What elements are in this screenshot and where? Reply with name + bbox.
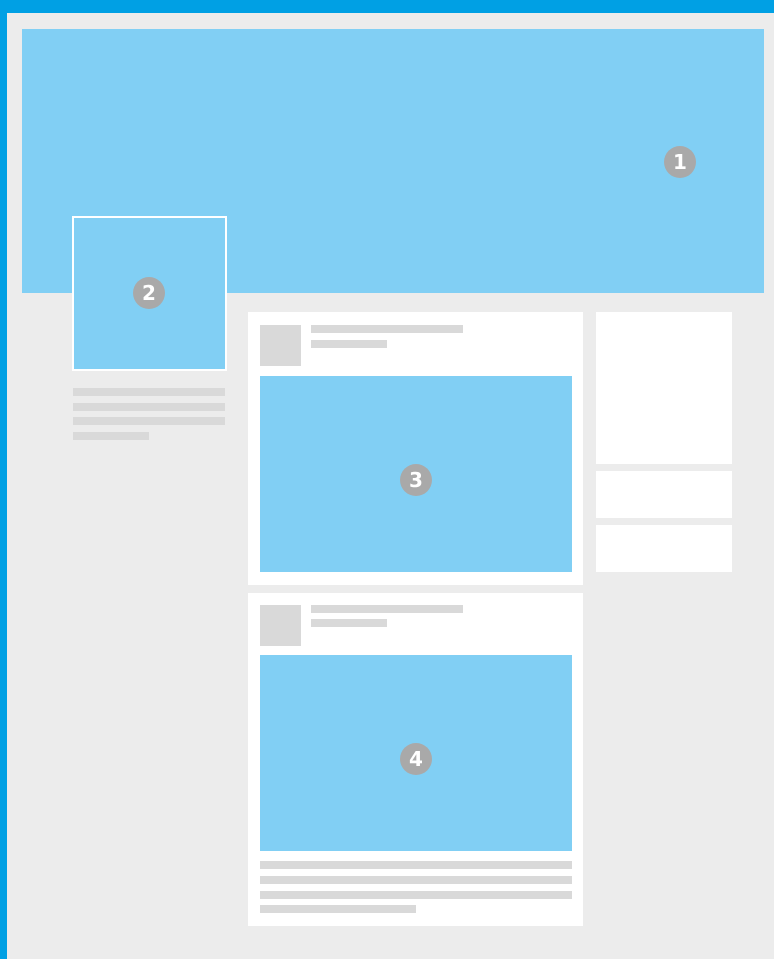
post-text-line-placeholder (260, 891, 572, 899)
marker-post-media-2: 4 (400, 743, 432, 775)
sidebar-widget-small (596, 471, 732, 518)
text-line-placeholder (73, 388, 225, 396)
post-card: 4 (248, 593, 583, 926)
page-canvas: 1 2 3 4 (7, 13, 774, 959)
text-line-placeholder (73, 432, 149, 440)
profile-picture-placeholder: 2 (72, 216, 227, 371)
post-text-line-placeholder (260, 905, 416, 913)
marker-post-media-1: 3 (400, 464, 432, 496)
post-card: 3 (248, 312, 583, 585)
post-author-avatar-placeholder (260, 325, 301, 366)
sidebar-widget-large (596, 312, 732, 464)
post-media-placeholder: 3 (260, 376, 572, 572)
post-meta-placeholder (311, 340, 387, 348)
post-media-placeholder: 4 (260, 655, 572, 851)
post-text-line-placeholder (260, 876, 572, 884)
text-line-placeholder (73, 417, 225, 425)
marker-cover: 1 (664, 146, 696, 178)
post-meta-placeholder (311, 619, 387, 627)
post-author-name-placeholder (311, 605, 463, 613)
post-text-line-placeholder (260, 861, 572, 869)
text-line-placeholder (73, 403, 225, 411)
post-author-name-placeholder (311, 325, 463, 333)
sidebar-widget-small (596, 525, 732, 572)
post-author-avatar-placeholder (260, 605, 301, 646)
marker-profile-picture: 2 (133, 277, 165, 309)
